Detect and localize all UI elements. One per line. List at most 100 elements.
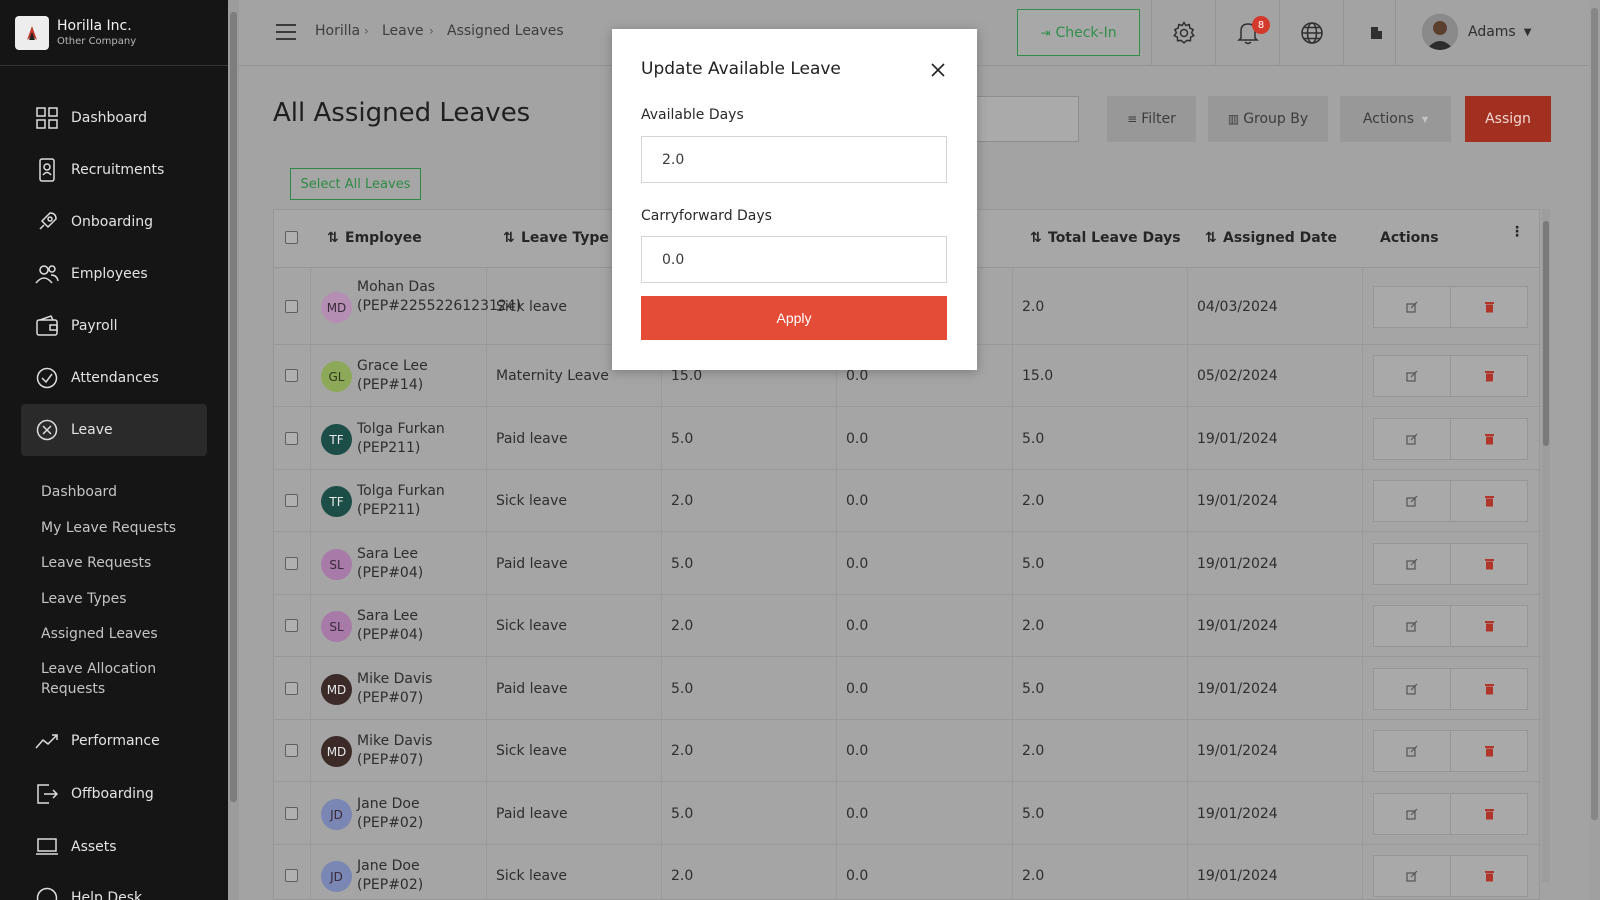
delete-button[interactable] xyxy=(1450,730,1528,772)
sidebar-subitem-my-leave-requests[interactable]: My Leave Requests xyxy=(41,518,201,538)
close-icon[interactable] xyxy=(929,61,947,79)
sidebar-subitem-leave-types[interactable]: Leave Types xyxy=(41,589,201,609)
employee-name[interactable]: Mike Davis (PEP#07) xyxy=(357,732,479,770)
column-actions: Actions xyxy=(1380,230,1439,246)
select-all-checkbox[interactable] xyxy=(285,231,298,244)
edit-button[interactable] xyxy=(1373,286,1451,328)
sort-icon[interactable]: ⇅ xyxy=(327,230,339,246)
row-checkbox[interactable] xyxy=(285,619,298,632)
sidebar-subitem-leave-requests[interactable]: Leave Requests xyxy=(41,553,201,573)
sidebar-item-attendances[interactable]: Attendances xyxy=(21,352,207,404)
row-checkbox[interactable] xyxy=(285,869,298,882)
employee-name[interactable]: Jane Doe (PEP#02) xyxy=(357,795,479,833)
delete-button[interactable] xyxy=(1450,605,1528,647)
column-employee[interactable]: Employee xyxy=(345,230,422,246)
exit-icon xyxy=(35,782,59,806)
row-checkbox[interactable] xyxy=(285,557,298,570)
sidebar-item-assets[interactable]: Assets xyxy=(21,821,207,873)
delete-button[interactable] xyxy=(1450,355,1528,397)
trash-icon xyxy=(1484,302,1494,313)
actions-button[interactable]: Actions ▼ xyxy=(1340,96,1451,142)
employee-name[interactable]: Sara Lee (PEP#04) xyxy=(357,607,479,645)
delete-button[interactable] xyxy=(1450,855,1528,897)
employee-name[interactable]: Jane Doe (PEP#02) xyxy=(357,857,479,895)
select-all-button[interactable]: Select All Leaves xyxy=(290,168,421,200)
notification-badge: 8 xyxy=(1252,16,1270,34)
employee-name[interactable]: Sara Lee (PEP#04) xyxy=(357,545,479,583)
employee-name[interactable]: Grace Lee (PEP#14) xyxy=(357,357,479,395)
settings-button[interactable] xyxy=(1151,0,1215,65)
employee-name[interactable]: Mike Davis (PEP#07) xyxy=(357,670,479,708)
notifications-button[interactable] xyxy=(1215,0,1279,65)
trash-icon xyxy=(1484,809,1494,820)
carryforward-days-field[interactable] xyxy=(641,236,947,283)
delete-button[interactable] xyxy=(1450,668,1528,710)
column-total-leave-days[interactable]: Total Leave Days xyxy=(1048,230,1181,246)
sort-icon[interactable]: ⇅ xyxy=(503,230,515,246)
sidebar-item-offboarding[interactable]: Offboarding xyxy=(21,768,207,820)
sidebar-item-payroll[interactable]: Payroll xyxy=(21,300,207,352)
company-button[interactable] xyxy=(1343,0,1407,65)
edit-icon xyxy=(1406,745,1418,757)
page-scrollbar-thumb[interactable] xyxy=(1591,8,1598,820)
sidebar-subitem-assigned-leaves[interactable]: Assigned Leaves xyxy=(41,624,201,644)
check-in-button[interactable]: ⇥ Check-In xyxy=(1017,9,1140,56)
sort-icon[interactable]: ⇅ xyxy=(1205,230,1217,246)
row-checkbox[interactable] xyxy=(285,369,298,382)
delete-button[interactable] xyxy=(1450,418,1528,460)
sidebar-item-performance[interactable]: Performance xyxy=(21,715,207,767)
column-leave-type[interactable]: Leave Type xyxy=(521,230,609,246)
edit-button[interactable] xyxy=(1373,480,1451,522)
row-checkbox[interactable] xyxy=(285,682,298,695)
user-menu[interactable]: Adams ▼ xyxy=(1422,14,1531,50)
sidebar-item-help-desk[interactable]: Help Desk xyxy=(21,872,207,900)
column-assigned-date[interactable]: Assigned Date xyxy=(1223,230,1337,246)
language-button[interactable] xyxy=(1279,0,1343,65)
edit-button[interactable] xyxy=(1373,730,1451,772)
sort-icon[interactable]: ⇅ xyxy=(1030,230,1042,246)
employee-name[interactable]: Mohan Das (PEP#2255226123124) xyxy=(357,278,521,316)
breadcrumb-horilla[interactable]: Horilla xyxy=(315,23,360,39)
sidebar-subitem-leave-allocation-requests[interactable]: Leave Allocation Requests xyxy=(41,659,201,699)
assigned-date: 19/01/2024 xyxy=(1197,868,1278,884)
carryforward-days: 0.0 xyxy=(846,493,869,509)
sidebar-item-onboarding[interactable]: Onboarding xyxy=(21,196,207,248)
edit-button[interactable] xyxy=(1373,793,1451,835)
edit-button[interactable] xyxy=(1373,855,1451,897)
menu-icon[interactable] xyxy=(276,24,296,40)
row-checkbox[interactable] xyxy=(285,432,298,445)
row-checkbox[interactable] xyxy=(285,744,298,757)
delete-button[interactable] xyxy=(1450,793,1528,835)
edit-button[interactable] xyxy=(1373,605,1451,647)
company-switcher[interactable]: Horilla Inc. Other Company xyxy=(0,0,228,66)
edit-button[interactable] xyxy=(1373,355,1451,397)
sidebar-item-recruitments[interactable]: Recruitments xyxy=(21,144,207,196)
assign-button[interactable]: Assign xyxy=(1465,96,1551,142)
apply-button[interactable]: Apply xyxy=(641,296,947,340)
available-days-field[interactable] xyxy=(641,136,947,183)
sidebar-item-leave[interactable]: Leave xyxy=(21,404,207,456)
filter-button[interactable]: ≡ Filter xyxy=(1107,96,1196,142)
group-icon: ▥ xyxy=(1227,112,1240,126)
breadcrumb-leave[interactable]: Leave xyxy=(382,23,424,39)
more-vertical-icon[interactable]: ⋮ xyxy=(1510,224,1524,240)
row-checkbox[interactable] xyxy=(285,494,298,507)
row-checkbox[interactable] xyxy=(285,300,298,313)
sidebar-item-label: Help Desk xyxy=(71,890,143,900)
avatar: GL xyxy=(321,361,352,392)
employee-name[interactable]: Tolga Furkan (PEP211) xyxy=(357,420,479,458)
group-by-button[interactable]: ▥ Group By xyxy=(1208,96,1328,142)
delete-button[interactable] xyxy=(1450,480,1528,522)
employee-name[interactable]: Tolga Furkan (PEP211) xyxy=(357,482,479,520)
table-scrollbar-thumb[interactable] xyxy=(1543,221,1549,446)
delete-button[interactable] xyxy=(1450,543,1528,585)
edit-button[interactable] xyxy=(1373,668,1451,710)
sidebar-subitem-dashboard[interactable]: Dashboard xyxy=(41,482,201,502)
edit-button[interactable] xyxy=(1373,418,1451,460)
delete-button[interactable] xyxy=(1450,286,1528,328)
sidebar-scrollbar-thumb[interactable] xyxy=(230,12,237,802)
row-checkbox[interactable] xyxy=(285,807,298,820)
sidebar-item-dashboard[interactable]: Dashboard xyxy=(21,92,207,144)
edit-button[interactable] xyxy=(1373,543,1451,585)
sidebar-item-employees[interactable]: Employees xyxy=(21,248,207,300)
